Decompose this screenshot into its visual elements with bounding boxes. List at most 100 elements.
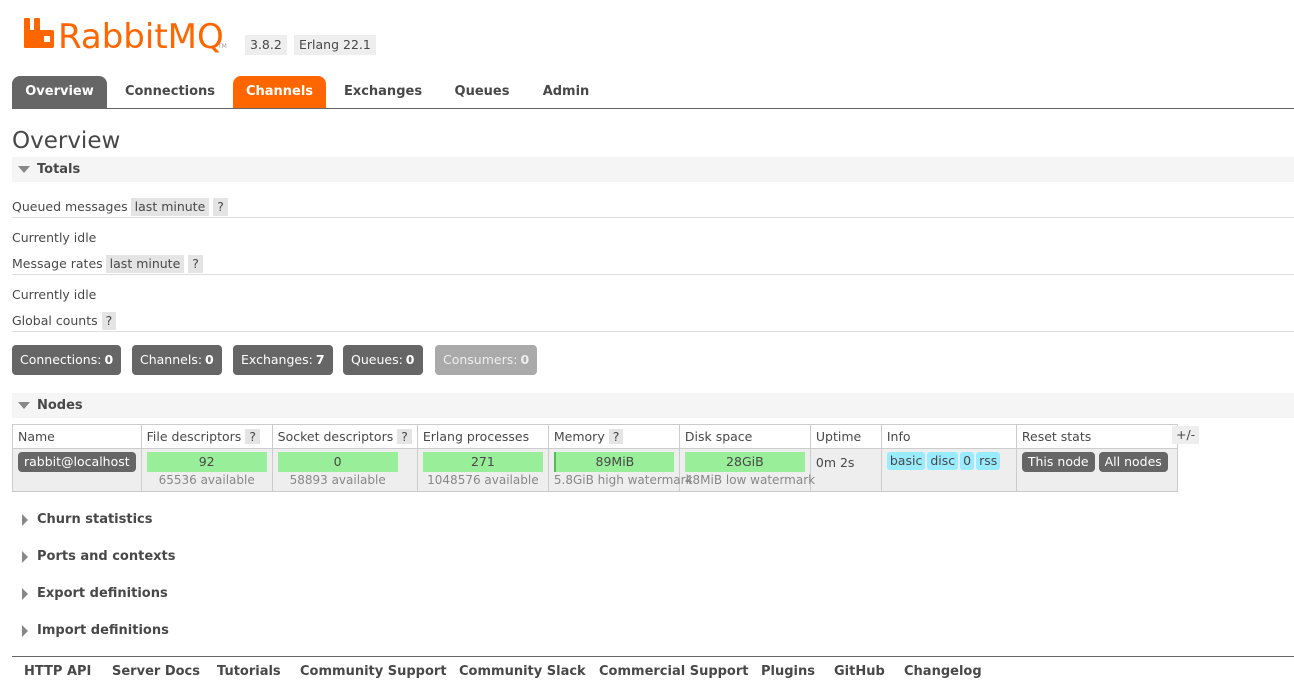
reset-stats-cell: This node All nodes [1016, 448, 1178, 492]
rabbitmq-logo[interactable]: RabbitMQ TM [22, 14, 232, 54]
footer-link-community-slack[interactable]: Community Slack [459, 664, 586, 679]
queued-messages-label: Queued messages [12, 199, 128, 214]
reset-this-node-button[interactable]: This node [1021, 452, 1095, 472]
count-label: Channels: [140, 352, 203, 367]
node-name-cell: rabbit@localhost [12, 448, 142, 492]
erlang-processes-cell: 271 1048576 available [417, 448, 549, 492]
disk-watermark: 48MiB low watermark [684, 473, 816, 487]
totals-section-toggle[interactable]: Totals [12, 157, 1294, 182]
connections-count-button[interactable]: Connections: 0 [12, 345, 122, 375]
socket-descriptors-bar: 0 [277, 452, 398, 472]
tab-admin[interactable]: Admin [533, 76, 599, 108]
col-erlang-processes[interactable]: Erlang processes [417, 424, 549, 449]
socket-descriptors-cell: 0 58893 available [272, 448, 418, 492]
queued-messages-title: Queued messages last minute? [12, 198, 228, 216]
message-rates-title: Message rates last minute? [12, 255, 203, 273]
toggle-columns-button[interactable]: +/- [1172, 426, 1200, 444]
triangle-down-icon [18, 166, 30, 173]
node-name-link[interactable]: rabbit@localhost [18, 452, 136, 472]
footer-link-commercial-support[interactable]: Commercial Support [599, 664, 749, 679]
divider [12, 217, 1294, 218]
page-title: Overview [12, 128, 121, 154]
count-value: 0 [104, 352, 114, 367]
tab-queues[interactable]: Queues [440, 76, 524, 108]
col-uptime[interactable]: Uptime [810, 424, 882, 449]
tab-exchanges[interactable]: Exchanges [335, 76, 431, 108]
col-label: File descriptors [146, 429, 242, 444]
count-label: Connections: [20, 352, 102, 367]
count-label: Consumers: [443, 352, 518, 367]
info-cell: basic disc 0 rss [881, 448, 1017, 492]
footer-link-server-docs[interactable]: Server Docs [112, 664, 200, 679]
logo-trademark: TM [217, 43, 227, 50]
col-memory[interactable]: Memory? [548, 424, 680, 449]
ports-and-contexts-toggle[interactable]: Ports and contexts [12, 546, 175, 568]
count-value: 0 [205, 352, 214, 367]
erlang-processes-available: 1048576 available [427, 473, 539, 487]
triangle-right-icon [22, 588, 28, 600]
info-tag-disc: disc [927, 452, 959, 470]
tab-channels[interactable]: Channels [233, 76, 326, 108]
file-descriptors-bar: 92 [146, 452, 267, 472]
file-descriptors-help[interactable]: ? [245, 429, 260, 444]
disk-space-cell: 28GiB 48MiB low watermark [679, 448, 816, 492]
footer-link-github[interactable]: GitHub [834, 664, 885, 679]
col-name[interactable]: Name [12, 424, 142, 449]
memory-help[interactable]: ? [608, 429, 624, 444]
col-socket-descriptors[interactable]: Socket descriptors? [272, 424, 418, 449]
triangle-down-icon [18, 402, 30, 409]
triangle-right-icon [22, 625, 28, 637]
footer-link-changelog[interactable]: Changelog [904, 664, 982, 679]
churn-statistics-toggle[interactable]: Churn statistics [12, 509, 153, 531]
totals-heading: Totals [37, 162, 81, 177]
nodes-heading: Nodes [37, 398, 83, 413]
export-definitions-toggle[interactable]: Export definitions [12, 583, 168, 605]
queues-count-button[interactable]: Queues: 0 [343, 345, 423, 375]
reset-all-nodes-button[interactable]: All nodes [1098, 452, 1168, 472]
col-info: Info [881, 424, 1017, 449]
erlang-processes-bar: 271 [422, 452, 543, 472]
socket-descriptors-available: 58893 available [289, 473, 386, 487]
message-rates-help[interactable]: ? [188, 255, 203, 273]
count-label: Exchanges: [241, 352, 313, 367]
triangle-right-icon [22, 551, 28, 563]
col-file-descriptors[interactable]: File descriptors? [141, 424, 273, 449]
global-counts-title: Global counts? [12, 312, 117, 330]
message-rates-range-option[interactable]: last minute [105, 255, 185, 273]
global-counts-help[interactable]: ? [101, 312, 117, 330]
section-label: Export definitions [37, 586, 168, 601]
rabbitmq-version: 3.8.2 [245, 35, 287, 55]
message-rates-status: Currently idle [12, 287, 97, 302]
section-label: Import definitions [37, 623, 169, 638]
count-label: Queues: [351, 352, 403, 367]
col-reset-stats: Reset stats [1016, 424, 1178, 449]
footer-link-plugins[interactable]: Plugins [761, 664, 815, 679]
col-disk-space[interactable]: Disk space [679, 424, 811, 449]
uptime-cell: 0m 2s [810, 448, 882, 492]
info-tag-count: 0 [960, 452, 975, 470]
memory-bar: 89MiB [553, 452, 674, 472]
header: RabbitMQ TM 3.8.2 Erlang 22.1 [0, 0, 1294, 76]
file-descriptors-cell: 92 65536 available [141, 448, 273, 492]
queued-messages-help[interactable]: ? [213, 198, 228, 216]
footer-link-http-api[interactable]: HTTP API [24, 664, 91, 679]
import-definitions-toggle[interactable]: Import definitions [12, 620, 169, 642]
footer-link-tutorials[interactable]: Tutorials [217, 664, 281, 679]
footer-link-community-support[interactable]: Community Support [300, 664, 447, 679]
tab-overview[interactable]: Overview [12, 76, 107, 108]
info-tag-rss: rss [976, 452, 1001, 470]
divider [12, 274, 1294, 275]
queued-messages-range-option[interactable]: last minute [130, 198, 210, 216]
channels-count-button[interactable]: Channels: 0 [132, 345, 222, 375]
footer: HTTP API Server Docs Tutorials Community… [12, 656, 1294, 699]
count-value: 7 [315, 352, 325, 367]
disk-space-bar: 28GiB [684, 452, 805, 472]
tab-connections[interactable]: Connections [116, 76, 224, 108]
rabbit-icon [24, 18, 54, 48]
memory-watermark: 5.8GiB high watermark [553, 473, 693, 487]
count-value: 0 [520, 352, 530, 367]
nodes-section-toggle[interactable]: Nodes [12, 393, 1294, 418]
consumers-count-button[interactable]: Consumers: 0 [435, 345, 538, 375]
exchanges-count-button[interactable]: Exchanges: 7 [233, 345, 333, 375]
socket-descriptors-help[interactable]: ? [397, 429, 412, 444]
